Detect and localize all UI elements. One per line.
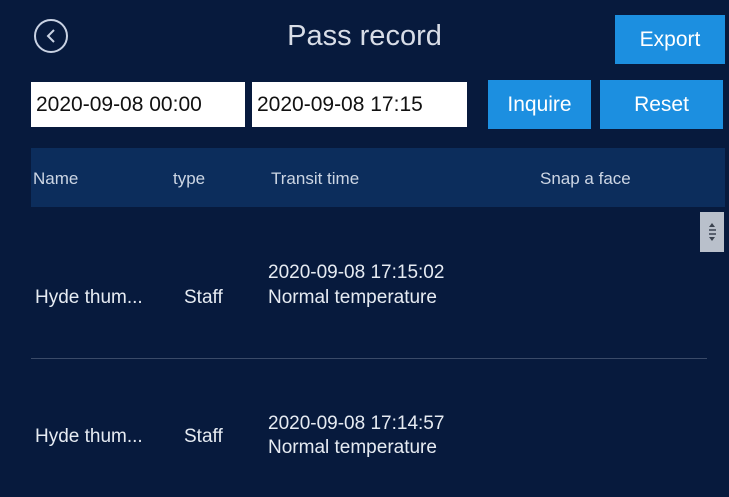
end-datetime-field[interactable]: 2020-09-08 17:15 (252, 82, 467, 127)
row-name: Hyde thum... (35, 426, 143, 447)
row-transit-time: 2020-09-08 17:14:57 (268, 413, 445, 434)
column-header-name: Name (33, 169, 79, 188)
row-divider (31, 358, 707, 359)
reset-button[interactable]: Reset (600, 80, 723, 129)
grip-icon (708, 233, 716, 235)
scroll-up-icon (709, 223, 715, 227)
row-type: Staff (184, 287, 223, 308)
scroll-down-icon (709, 237, 715, 241)
export-button[interactable]: Export (615, 15, 725, 64)
column-header-transit-time: Transit time (271, 169, 360, 188)
row-name: Hyde thum... (35, 287, 143, 308)
scrollbar-thumb[interactable] (700, 212, 724, 252)
row-temperature: Normal temperature (268, 287, 437, 308)
row-transit-time: 2020-09-08 17:15:02 (268, 262, 445, 283)
row-temperature: Normal temperature (268, 437, 437, 458)
table-header: Name type Transit time Snap a face (31, 148, 725, 207)
grip-icon (708, 229, 716, 231)
inquire-button[interactable]: Inquire (488, 80, 591, 129)
row-type: Staff (184, 426, 223, 447)
column-header-snap-face: Snap a face (540, 169, 631, 188)
column-header-type: type (173, 169, 206, 188)
start-datetime-field[interactable]: 2020-09-08 00:00 (31, 82, 245, 127)
